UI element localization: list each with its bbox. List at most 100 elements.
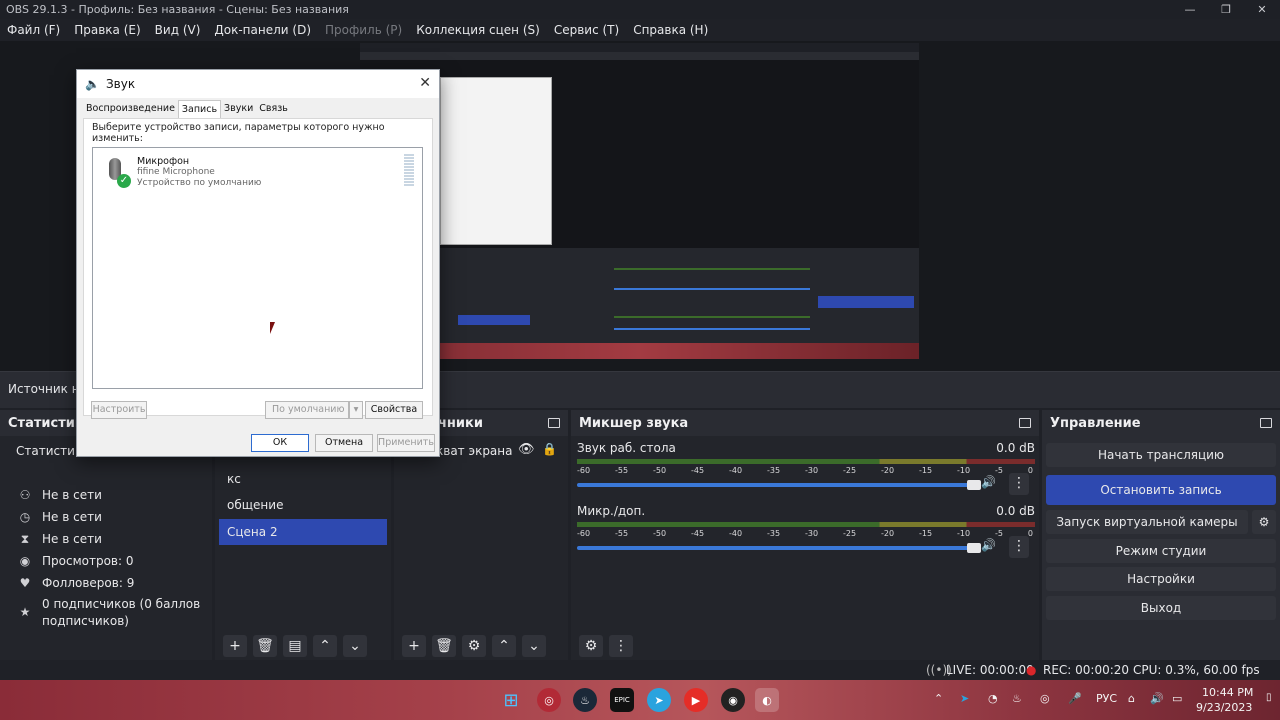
dock-undock-icon[interactable] bbox=[1260, 418, 1272, 428]
start-virtual-camera-button[interactable]: Запуск виртуальной камеры bbox=[1046, 510, 1248, 534]
move-up-button[interactable]: ⌃ bbox=[492, 635, 516, 657]
mouse-cursor-icon bbox=[270, 322, 275, 334]
stats-item: ★ 0 подписчиков (0 баллов подписчиков) bbox=[19, 597, 201, 628]
stats-tab[interactable]: Статисти bbox=[16, 444, 75, 458]
level-meter bbox=[404, 154, 414, 186]
close-icon[interactable]: ✕ bbox=[419, 75, 431, 91]
channel-menu-button[interactable]: ⋮ bbox=[1009, 536, 1029, 558]
telegram-icon[interactable]: ➤ bbox=[647, 688, 671, 712]
heart-icon: ♥ bbox=[19, 576, 31, 590]
tab-sounds[interactable]: Звуки bbox=[221, 100, 256, 118]
remove-scene-button[interactable]: 🗑 bbox=[253, 635, 277, 657]
chevron-down-icon[interactable]: ▾ bbox=[349, 401, 363, 419]
youtube-icon[interactable]: ▶ bbox=[684, 688, 708, 712]
microphone-icon[interactable]: 🎤 bbox=[1068, 692, 1082, 705]
clock-time[interactable]: 10:44 PM bbox=[1202, 686, 1253, 699]
move-up-button[interactable]: ⌃ bbox=[313, 635, 337, 657]
cancel-button[interactable]: Отмена bbox=[315, 434, 373, 452]
volume-slider[interactable] bbox=[577, 543, 981, 553]
dialog-tabs: Воспроизведение Запись Звуки Связь bbox=[83, 100, 291, 118]
language-indicator[interactable]: РУС bbox=[1096, 692, 1117, 705]
menu-scene-collection[interactable]: Коллекция сцен (S) bbox=[409, 23, 547, 37]
volume-slider[interactable] bbox=[577, 480, 981, 490]
add-scene-button[interactable]: + bbox=[223, 635, 247, 657]
settings-button[interactable]: Настройки bbox=[1046, 567, 1276, 591]
channel-level: 0.0 dB bbox=[996, 441, 1035, 455]
source-properties-button[interactable]: ⚙ bbox=[462, 635, 486, 657]
volume-icon[interactable]: 🔊 bbox=[1150, 692, 1164, 705]
stats-item: ⧗ Не в сети bbox=[18, 532, 102, 547]
tray-overflow-icon[interactable]: ⌃ bbox=[934, 692, 943, 705]
channel-name: Микр./доп. bbox=[577, 504, 646, 518]
tray-icon[interactable]: ◎ bbox=[1040, 692, 1050, 705]
microphone-icon: ✓ bbox=[103, 156, 131, 190]
obs-icon[interactable]: ◉ bbox=[721, 688, 745, 712]
lock-icon[interactable]: 🔒 bbox=[542, 442, 557, 456]
menu-tools[interactable]: Сервис (T) bbox=[547, 23, 626, 37]
window-title: OBS 29.1.3 - Профиль: Без названия - Сце… bbox=[6, 3, 349, 16]
clock-date[interactable]: 9/23/2023 bbox=[1196, 701, 1252, 714]
menu-profile[interactable]: Профиль (P) bbox=[318, 23, 409, 37]
stop-recording-button[interactable]: Остановить запись bbox=[1046, 475, 1276, 505]
steam-icon[interactable]: ♨ bbox=[573, 688, 597, 712]
mixer-settings-button[interactable]: ⚙ bbox=[579, 635, 603, 657]
tray-icon[interactable]: ◔ bbox=[988, 692, 998, 705]
notification-icon[interactable]: ▯ bbox=[1266, 692, 1272, 703]
remove-source-button[interactable]: 🗑 bbox=[432, 635, 456, 657]
configure-button[interactable]: Настроить bbox=[91, 401, 147, 419]
star-icon: ★ bbox=[19, 605, 31, 619]
slider-handle[interactable] bbox=[967, 480, 981, 490]
steam-tray-icon[interactable]: ♨ bbox=[1012, 692, 1022, 705]
visibility-eye-icon[interactable]: 👁 bbox=[518, 442, 535, 457]
speaker-icon: 🔈 bbox=[85, 77, 100, 91]
minimize-icon[interactable]: — bbox=[1172, 3, 1208, 16]
tab-communications[interactable]: Связь bbox=[256, 100, 291, 118]
set-default-button[interactable]: По умолчанию bbox=[265, 401, 349, 419]
menu-file[interactable]: Файл (F) bbox=[0, 23, 67, 37]
add-source-button[interactable]: + bbox=[402, 635, 426, 657]
tab-recording[interactable]: Запись bbox=[177, 100, 222, 118]
properties-button[interactable]: Свойства bbox=[365, 401, 423, 419]
speaker-icon[interactable]: 🔊 bbox=[981, 538, 996, 552]
sources-title: чники bbox=[438, 415, 483, 431]
device-list[interactable]: ✓ Микрофон fifine Microphone Устройство … bbox=[92, 147, 423, 389]
move-down-button[interactable]: ⌄ bbox=[343, 635, 367, 657]
eye-icon: ◉ bbox=[19, 554, 31, 568]
apply-button[interactable]: Применить bbox=[377, 434, 435, 452]
telegram-tray-icon[interactable]: ➤ bbox=[960, 692, 969, 705]
device-status: Устройство по умолчанию bbox=[137, 178, 262, 188]
battery-icon[interactable]: ▭ bbox=[1172, 692, 1182, 705]
volume-meter bbox=[577, 522, 1035, 527]
slider-handle[interactable] bbox=[967, 543, 981, 553]
menu-docks[interactable]: Док-панели (D) bbox=[207, 23, 318, 37]
source-item[interactable]: кват экрана bbox=[436, 444, 512, 458]
controls-dock: Управление Начать трансляцию Остановить … bbox=[1042, 410, 1280, 660]
app-icon[interactable]: ◎ bbox=[537, 688, 561, 712]
restore-icon[interactable]: ❐ bbox=[1208, 3, 1244, 16]
scene-item[interactable]: общение bbox=[219, 492, 387, 518]
move-down-button[interactable]: ⌄ bbox=[522, 635, 546, 657]
dock-undock-icon[interactable] bbox=[1019, 418, 1031, 428]
start-menu-icon[interactable]: ⊞ bbox=[499, 688, 523, 712]
scene-item[interactable]: кс bbox=[219, 466, 387, 492]
start-streaming-button[interactable]: Начать трансляцию bbox=[1046, 443, 1276, 467]
scene-filters-button[interactable]: ▤ bbox=[283, 635, 307, 657]
scene-item-selected[interactable]: Сцена 2 bbox=[219, 519, 387, 545]
network-icon[interactable]: ⌂ bbox=[1128, 692, 1135, 705]
exit-button[interactable]: Выход bbox=[1046, 596, 1276, 620]
menu-help[interactable]: Справка (H) bbox=[626, 23, 715, 37]
virtual-camera-gear-icon[interactable]: ⚙ bbox=[1252, 510, 1276, 534]
studio-mode-button[interactable]: Режим студии bbox=[1046, 539, 1276, 563]
tab-playback[interactable]: Воспроизведение bbox=[83, 100, 178, 118]
ok-button[interactable]: ОК bbox=[251, 434, 309, 452]
speaker-icon[interactable]: 🔊 bbox=[981, 475, 996, 489]
menu-edit[interactable]: Правка (E) bbox=[67, 23, 147, 37]
dock-undock-icon[interactable] bbox=[548, 418, 560, 428]
menu-bar: Файл (F) Правка (E) Вид (V) Док-панели (… bbox=[0, 19, 1280, 41]
channel-menu-button[interactable]: ⋮ bbox=[1009, 473, 1029, 495]
epic-games-icon[interactable]: EPIC bbox=[610, 688, 634, 712]
app-icon[interactable]: ◐ bbox=[755, 688, 779, 712]
mixer-menu-button[interactable]: ⋮ bbox=[609, 635, 633, 657]
menu-view[interactable]: Вид (V) bbox=[148, 23, 208, 37]
close-icon[interactable]: ✕ bbox=[1244, 3, 1280, 16]
